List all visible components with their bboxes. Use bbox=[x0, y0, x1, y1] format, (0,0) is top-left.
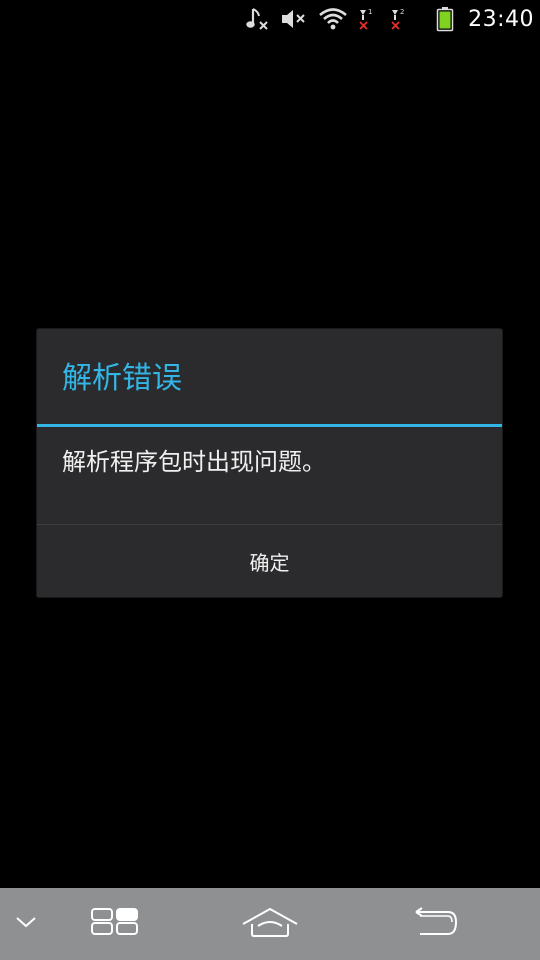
svg-text:1: 1 bbox=[368, 8, 372, 16]
battery-icon bbox=[436, 0, 454, 38]
dialog-title: 解析错误 bbox=[62, 361, 182, 396]
volume-muted-icon bbox=[280, 0, 308, 38]
svg-text:2: 2 bbox=[400, 8, 404, 16]
home-button[interactable] bbox=[230, 888, 310, 960]
wifi-icon bbox=[318, 0, 348, 38]
home-icon bbox=[240, 906, 300, 942]
ok-button[interactable]: 确定 bbox=[37, 525, 502, 597]
status-bar: 1 2 23:40 bbox=[0, 0, 540, 38]
recent-apps-icon bbox=[90, 907, 140, 941]
navigation-bar bbox=[0, 888, 540, 960]
recent-apps-button[interactable] bbox=[80, 888, 150, 960]
chevron-down-icon bbox=[14, 914, 38, 934]
parse-error-dialog: 解析错误 解析程序包时出现问题。 确定 bbox=[37, 329, 502, 597]
back-button[interactable] bbox=[400, 888, 470, 960]
title-divider bbox=[37, 424, 502, 427]
clock-time: 23:40 bbox=[468, 6, 534, 32]
signal-sim2-no-service-icon: 2 bbox=[390, 0, 412, 38]
signal-sim1-no-service-icon: 1 bbox=[358, 0, 380, 38]
collapse-button[interactable] bbox=[0, 888, 52, 960]
screen: 1 2 23:40 解析错误 解析程序包时出现问题。 确定 bbox=[0, 0, 540, 960]
back-icon bbox=[412, 906, 458, 942]
dialog-message: 解析程序包时出现问题。 bbox=[62, 448, 326, 476]
music-muted-icon bbox=[244, 0, 270, 38]
